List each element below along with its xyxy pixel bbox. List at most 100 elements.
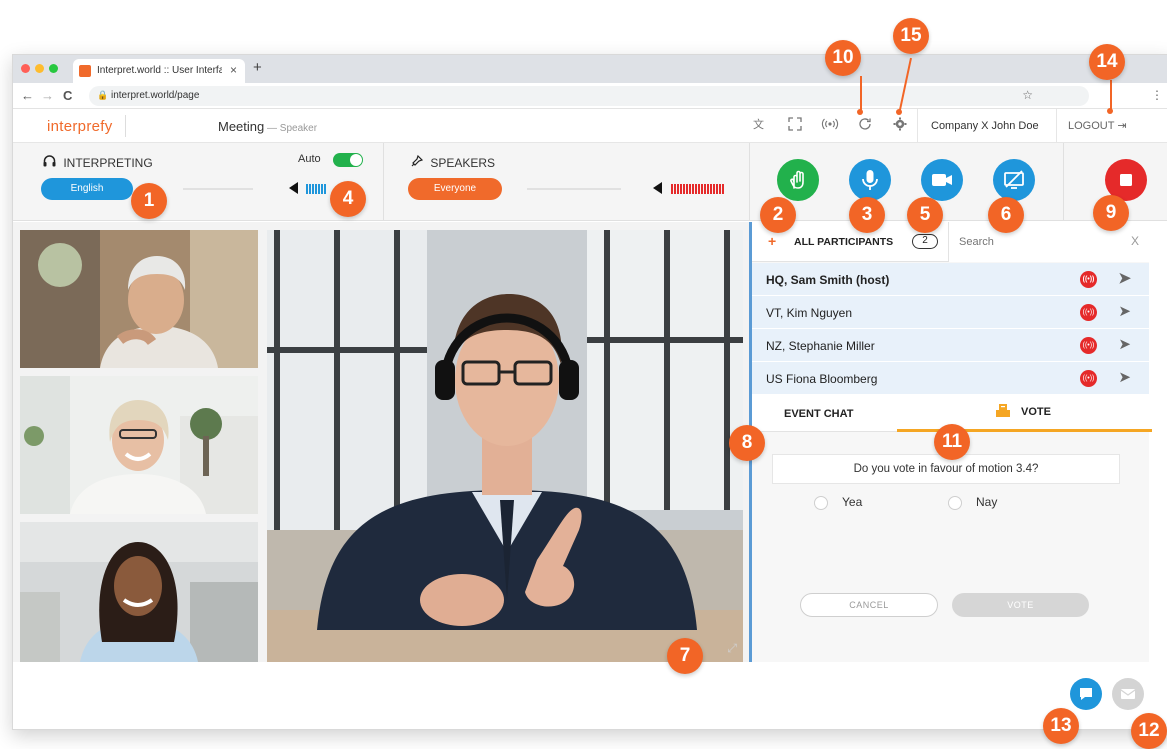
volume-bar bbox=[698, 184, 700, 194]
vote-option-yea[interactable]: Yea bbox=[814, 495, 862, 510]
refresh-icon[interactable] bbox=[858, 117, 872, 134]
reload-icon[interactable]: C bbox=[63, 88, 72, 103]
forward-icon[interactable]: → bbox=[41, 88, 54, 103]
expand-video-icon[interactable]: ⤢ bbox=[727, 641, 737, 656]
callout-marker: 4 bbox=[330, 181, 366, 217]
cancel-vote-button[interactable]: CANCEL bbox=[800, 593, 938, 617]
clear-search-icon[interactable]: X bbox=[1131, 234, 1139, 248]
broadcast-icon[interactable] bbox=[821, 117, 839, 134]
tab-vote[interactable]: VOTE bbox=[897, 394, 1152, 432]
volume-bar bbox=[315, 184, 317, 194]
interpreting-volume-meter bbox=[306, 184, 327, 194]
participant-name: NZ, Stephanie Miller bbox=[766, 339, 875, 353]
tab-event-chat[interactable]: EVENT CHAT bbox=[752, 394, 902, 432]
minimize-window-dot[interactable] bbox=[35, 64, 44, 73]
tab-title: Interpret.world :: User Interfac bbox=[97, 65, 222, 76]
participant-row[interactable]: US Fiona Bloomberg ((•)) ➤ bbox=[752, 362, 1149, 395]
volume-bar bbox=[710, 184, 712, 194]
back-icon[interactable]: ← bbox=[21, 88, 34, 103]
live-audio-icon[interactable]: ((•)) bbox=[1080, 370, 1097, 387]
chat-bubble-button[interactable] bbox=[1070, 678, 1102, 710]
tab-close-icon[interactable]: × bbox=[230, 63, 237, 77]
headphones-icon bbox=[43, 155, 56, 167]
volume-bar bbox=[309, 184, 311, 194]
tab-vote-label: VOTE bbox=[1021, 406, 1051, 418]
participant-search-input[interactable] bbox=[959, 233, 1119, 251]
live-audio-icon[interactable]: ((•)) bbox=[1080, 304, 1097, 321]
participant-row[interactable]: NZ, Stephanie Miller ((•)) ➤ bbox=[752, 329, 1149, 362]
lock-icon: 🔒 bbox=[97, 90, 109, 100]
volume-bar bbox=[683, 184, 685, 194]
bookmark-star-icon[interactable]: ☆ bbox=[1022, 88, 1033, 102]
send-message-icon[interactable]: ➤ bbox=[1118, 368, 1131, 386]
volume-icon bbox=[289, 182, 298, 194]
url-field[interactable]: 🔒 interpret.world/page ☆ bbox=[89, 86, 1089, 106]
callout-marker: 13 bbox=[1043, 708, 1079, 744]
radio-button[interactable] bbox=[948, 495, 962, 510]
participant-row[interactable]: VT, Kim Nguyen ((•)) ➤ bbox=[752, 296, 1149, 329]
volume-bar bbox=[716, 184, 718, 194]
new-tab-button[interactable]: + bbox=[253, 59, 262, 76]
submit-vote-button[interactable]: VOTE bbox=[952, 593, 1089, 617]
volume-bar bbox=[318, 184, 320, 194]
volume-bar bbox=[321, 184, 323, 194]
maximize-window-dot[interactable] bbox=[49, 64, 58, 73]
send-message-icon[interactable]: ➤ bbox=[1118, 269, 1131, 287]
callout-leader-dot bbox=[1107, 108, 1113, 114]
svg-text:文: 文 bbox=[753, 117, 764, 131]
callout-marker: 5 bbox=[907, 197, 943, 233]
speakers-volume-track[interactable] bbox=[527, 188, 621, 190]
participants-header: + ALL PARTICIPANTS 2 X bbox=[752, 222, 1153, 262]
logout-label: LOGOUT bbox=[1068, 120, 1115, 132]
address-bar-row: ← → C 🔒 interpret.world/page ☆ ⋮ bbox=[13, 83, 1167, 109]
send-message-icon[interactable]: ➤ bbox=[1118, 335, 1131, 353]
volume-bar bbox=[677, 184, 679, 194]
participant-name: HQ, Sam Smith (host) bbox=[766, 273, 890, 287]
translate-icon[interactable]: 文 bbox=[753, 117, 767, 134]
message-button[interactable] bbox=[1112, 678, 1144, 710]
participant-count-badge: 2 bbox=[912, 234, 938, 249]
fullscreen-icon[interactable] bbox=[788, 117, 802, 134]
main-speaker-video[interactable]: ⤢ bbox=[267, 230, 743, 662]
browser-tab[interactable]: Interpret.world :: User Interfac × bbox=[73, 59, 245, 83]
close-window-dot[interactable] bbox=[21, 64, 30, 73]
screen-share-button[interactable] bbox=[993, 159, 1035, 201]
callout-marker: 14 bbox=[1089, 44, 1125, 80]
callout-marker: 11 bbox=[934, 424, 970, 460]
callout-marker: 9 bbox=[1093, 195, 1129, 231]
participant-video-thumbnail[interactable] bbox=[20, 376, 258, 514]
participant-row[interactable]: HQ, Sam Smith (host) ((•)) ➤ bbox=[752, 263, 1149, 296]
auto-toggle[interactable] bbox=[333, 153, 363, 167]
app-header: interprefy Meeting — Speaker 文 Company X… bbox=[13, 109, 1167, 143]
camera-button[interactable] bbox=[921, 159, 963, 201]
meeting-role: — Speaker bbox=[264, 123, 318, 134]
language-volume-track[interactable] bbox=[183, 188, 253, 190]
video-camera-icon bbox=[932, 174, 952, 186]
settings-gear-icon[interactable] bbox=[893, 117, 907, 134]
participant-video-thumbnail[interactable] bbox=[20, 230, 258, 368]
live-audio-icon[interactable]: ((•)) bbox=[1080, 337, 1097, 354]
header-divider bbox=[1056, 109, 1057, 143]
option-label: Nay bbox=[976, 495, 998, 509]
vote-option-nay[interactable]: Nay bbox=[948, 495, 997, 510]
ballot-box-icon bbox=[996, 404, 1010, 417]
volume-icon bbox=[653, 182, 662, 194]
microphone-icon bbox=[862, 170, 878, 190]
raise-hand-button[interactable] bbox=[777, 159, 819, 201]
radio-button[interactable] bbox=[814, 495, 828, 510]
add-participant-icon[interactable]: + bbox=[768, 233, 776, 249]
browser-menu-icon[interactable]: ⋮ bbox=[1151, 88, 1163, 102]
callout-marker: 6 bbox=[988, 197, 1024, 233]
callout-marker: 8 bbox=[729, 425, 765, 461]
logout-button[interactable]: LOGOUT ⇥ bbox=[1068, 119, 1127, 132]
microphone-button[interactable] bbox=[849, 159, 891, 201]
speakers-selector[interactable]: Everyone bbox=[408, 178, 502, 200]
live-audio-icon[interactable]: ((•)) bbox=[1080, 271, 1097, 288]
language-selector[interactable]: English bbox=[41, 178, 133, 200]
volume-bar bbox=[680, 184, 682, 194]
participant-name: VT, Kim Nguyen bbox=[766, 306, 853, 320]
volume-bar bbox=[713, 184, 715, 194]
send-message-icon[interactable]: ➤ bbox=[1118, 302, 1131, 320]
microphone-small-icon bbox=[411, 154, 424, 167]
participant-video-thumbnail[interactable] bbox=[20, 522, 258, 662]
